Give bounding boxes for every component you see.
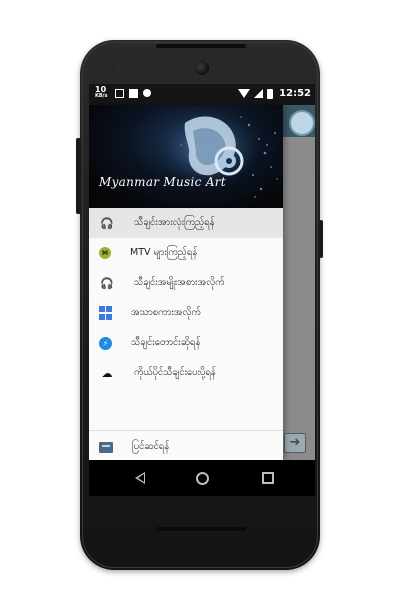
grid-icon <box>99 305 112 321</box>
drawer-header: Myanmar Music Art <box>89 105 283 208</box>
menu-divider <box>89 430 283 431</box>
app-action-button[interactable] <box>289 110 315 136</box>
music-headphones-icon: 🎧 <box>100 276 114 290</box>
drawer-footer: ပြင်ဆင်ရန် <box>89 432 283 460</box>
image-notification-icon <box>115 89 124 98</box>
menu-item-request[interactable]: ⚡ သီချင်းတောင်းဆိုရန် <box>89 328 283 358</box>
messenger-icon: ⚡ <box>99 336 112 350</box>
proximity-sensor <box>117 66 122 71</box>
front-camera <box>195 61 209 75</box>
status-bar: 10 KB/s 12:52 <box>89 84 315 105</box>
menu-item-exit[interactable]: ပြင်ဆင်ရန် <box>89 432 283 460</box>
drawer-menu: 🎧 သီချင်းအားလုံးကြည့်ရန် M MTV များကြည့်… <box>89 208 283 388</box>
app-title: Myanmar Music Art <box>99 175 226 189</box>
bottom-speaker <box>156 527 246 531</box>
menu-item-label: ကိုယ်ပိုင်သီချင်းပေးပို့ရန် <box>134 367 216 378</box>
menu-item-label: သီချင်းအားလုံးကြည့်ရန် <box>134 217 215 228</box>
navigation-drawer: Myanmar Music Art 🎧 သီချင်းအားလုံးကြည့်ရ… <box>89 105 283 460</box>
network-speed: 10 KB/s <box>95 86 108 100</box>
upload-cloud-icon: ☁ <box>101 366 113 380</box>
menu-item-label: သီချင်းတောင်းဆိုရန် <box>131 337 201 348</box>
menu-item-mtv[interactable]: M MTV များကြည့်ရန် <box>89 238 283 268</box>
battery-icon <box>267 88 274 99</box>
menu-item-all-songs[interactable]: 🎧 သီချင်းအားလုံးကြည့်ရန် <box>89 208 283 238</box>
back-icon[interactable] <box>132 469 150 487</box>
status-clock: 12:52 <box>279 88 311 99</box>
app-content <box>283 137 315 460</box>
header-artwork <box>159 112 278 198</box>
menu-item-upload[interactable]: ☁ ကိုယ်ပိုင်သီချင်းပေးပို့ရန် <box>89 358 283 388</box>
mtv-icon: M <box>99 247 111 259</box>
volume-button[interactable] <box>76 138 81 214</box>
power-button[interactable] <box>319 220 323 258</box>
notification-icons <box>115 89 151 98</box>
app-notification-icon <box>129 89 138 98</box>
system-nav-bar <box>89 460 315 496</box>
menu-item-label: MTV များကြည့်ရန် <box>130 247 198 258</box>
forward-arrow-icon[interactable]: ➜ <box>284 433 306 453</box>
menu-item-genres[interactable]: 🎧 သီချင်းအမျိုးအစားအလိုက် <box>89 268 283 298</box>
top-speaker <box>156 44 246 48</box>
network-speed-unit: KB/s <box>95 93 108 99</box>
menu-item-label: သီချင်းအမျိုးအစားအလိုက် <box>134 277 225 288</box>
wifi-icon <box>238 89 251 98</box>
menu-item-artists[interactable]: အသာစကားအလိုက် <box>89 298 283 328</box>
headphones-icon: 🎧 <box>100 216 114 230</box>
menu-item-label: အသာစကားအလိုက် <box>131 307 201 318</box>
home-icon[interactable] <box>193 469 211 487</box>
recents-icon[interactable] <box>259 469 277 487</box>
menu-item-label: ပြင်ဆင်ရန် <box>132 441 170 452</box>
system-icons: 12:52 <box>238 88 311 99</box>
signal-icon <box>254 89 264 98</box>
screen: 10 KB/s 12:52 ➜ Myanmar Music Art 🎧 သီချ… <box>89 84 315 460</box>
exit-icon <box>99 441 113 453</box>
record-notification-icon <box>143 89 151 97</box>
